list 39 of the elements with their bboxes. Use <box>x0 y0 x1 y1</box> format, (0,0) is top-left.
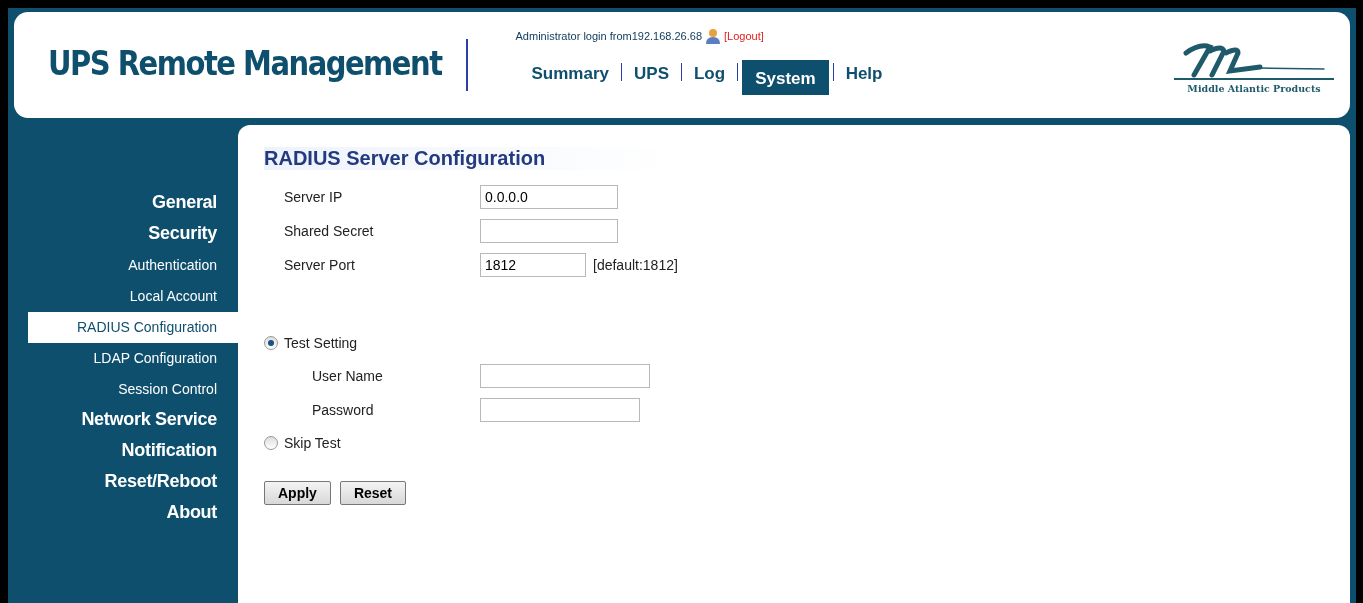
radio-label: Test Setting <box>284 335 358 351</box>
input-field[interactable]: 1812 <box>480 253 586 277</box>
sidebar-item[interactable]: LDAP Configuration <box>8 343 238 374</box>
default-hint: [default:1812] <box>593 257 678 273</box>
logout-link[interactable]: [Logout] <box>724 29 764 42</box>
sidebar-item[interactable]: About <box>8 498 238 529</box>
sidebar-item[interactable]: Session Control <box>8 374 238 405</box>
sidebar-item[interactable]: Reset/Reboot <box>8 467 238 498</box>
radio-label: Skip Test <box>284 435 341 451</box>
field-label: Server IP <box>284 189 344 205</box>
sidebar-item[interactable]: Local Account <box>8 281 238 312</box>
field-label: User Name <box>312 368 384 384</box>
field-label: Password <box>312 402 375 418</box>
sidebar-item[interactable]: Network Service <box>8 405 238 436</box>
nav-tab[interactable]: Help <box>837 57 891 91</box>
login-info: Administrator login from192.168.26.68 <box>515 29 703 42</box>
input-field[interactable] <box>480 398 640 422</box>
sidebar-item[interactable]: RADIUS Configuration <box>28 312 238 343</box>
radio-button[interactable] <box>264 436 278 450</box>
logo-icon <box>1174 40 1334 81</box>
input-field[interactable] <box>480 364 650 388</box>
input-field[interactable] <box>480 219 618 243</box>
radio-button[interactable] <box>264 336 278 350</box>
logo-text: Middle Atlantic Products <box>1187 82 1321 94</box>
nav-tab[interactable]: Summary <box>523 57 617 91</box>
form-button[interactable]: Reset <box>339 481 407 505</box>
nav-tab[interactable]: System <box>742 59 829 95</box>
sidebar-item[interactable]: Security <box>8 219 238 250</box>
form-button[interactable]: Apply <box>264 481 331 505</box>
sidebar-item[interactable]: Notification <box>8 436 238 467</box>
sidebar-item[interactable]: Authentication <box>8 250 238 281</box>
nav-tab[interactable]: UPS <box>626 57 677 91</box>
input-field[interactable]: 0.0.0.0 <box>480 185 618 209</box>
field-label: Server Port <box>284 257 356 273</box>
app-title: UPS Remote Management <box>48 43 442 83</box>
user-icon <box>705 27 722 44</box>
nav-tab[interactable]: Log <box>686 57 734 91</box>
sidebar-item[interactable]: General <box>8 188 238 219</box>
field-label: Shared Secret <box>284 223 375 239</box>
